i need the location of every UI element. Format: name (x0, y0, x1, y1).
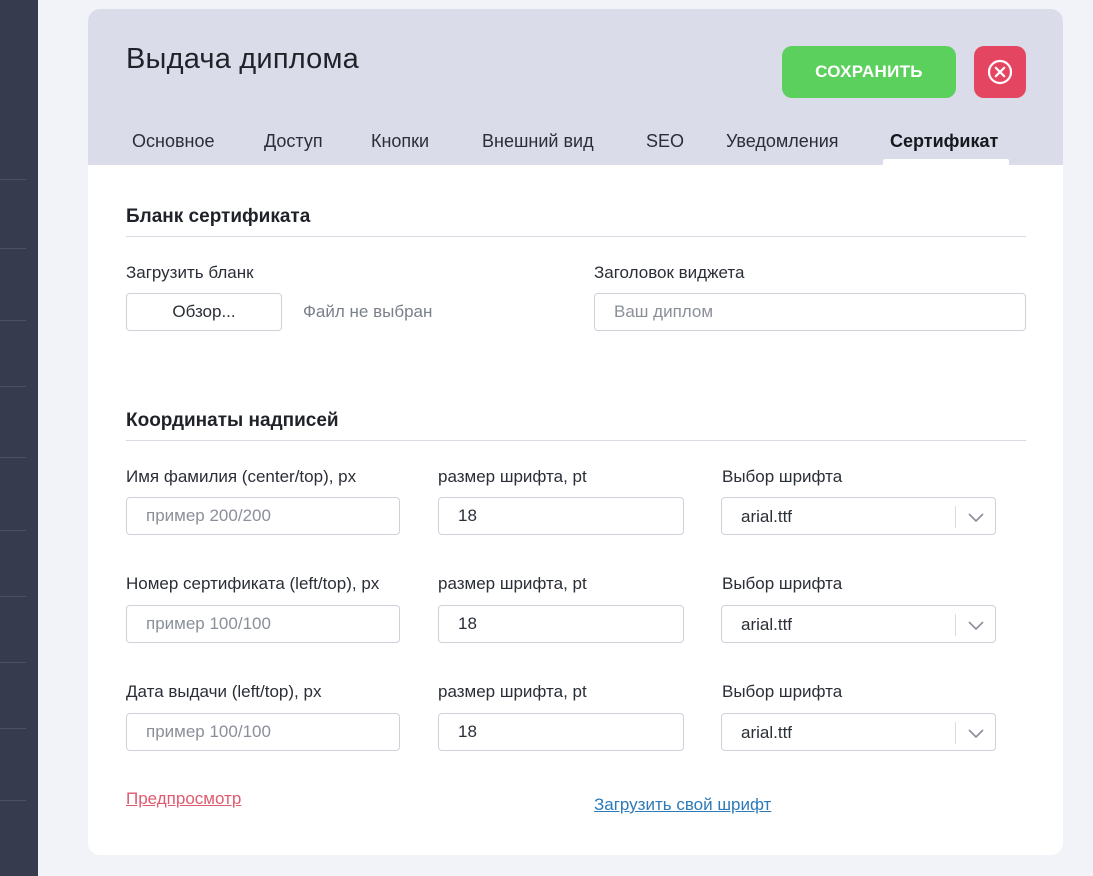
tab-main[interactable]: Основное (132, 127, 214, 165)
left-sidebar-rail (0, 0, 38, 876)
name-font-label: Выбор шрифта (722, 467, 843, 486)
widget-title-input[interactable] (594, 293, 1026, 331)
tab-access[interactable]: Доступ (264, 127, 323, 165)
active-tab-indicator (883, 159, 1009, 165)
file-status-text: Файл не выбран (303, 302, 433, 321)
close-circle-icon (987, 59, 1013, 85)
section-divider (126, 236, 1026, 237)
number-size-input[interactable] (438, 605, 684, 643)
select-value: arial.ttf (741, 615, 793, 634)
date-size-input[interactable] (438, 713, 684, 751)
select-separator (955, 506, 956, 528)
tab-seo[interactable]: SEO (646, 127, 684, 165)
card-header: Выдача диплома СОХРАНИТЬ Основное Доступ… (88, 9, 1063, 165)
browse-file-button[interactable]: Обзор... (126, 293, 282, 331)
date-size-label: размер шрифта, pt (438, 682, 587, 701)
date-font-select[interactable]: arial.ttf (721, 713, 996, 751)
tab-appearance[interactable]: Внешний вид (482, 127, 594, 165)
name-coords-input[interactable] (126, 497, 400, 535)
chevron-down-icon (968, 621, 984, 631)
sidebar-divider (0, 248, 26, 249)
date-coords-label: Дата выдачи (left/top), px (126, 682, 322, 701)
widget-title-label: Заголовок виджета (594, 263, 745, 282)
select-value: arial.ttf (741, 723, 793, 742)
select-separator (955, 722, 956, 744)
sidebar-divider (0, 662, 26, 663)
number-coords-input[interactable] (126, 605, 400, 643)
sidebar-divider (0, 728, 26, 729)
upload-font-link[interactable]: Загрузить свой шрифт (594, 795, 771, 815)
settings-card: Выдача диплома СОХРАНИТЬ Основное Доступ… (88, 9, 1063, 855)
sidebar-divider (0, 530, 26, 531)
date-font-label: Выбор шрифта (722, 682, 843, 701)
number-font-select[interactable]: arial.ttf (721, 605, 996, 643)
number-size-label: размер шрифта, pt (438, 574, 587, 593)
date-coords-input[interactable] (126, 713, 400, 751)
name-coords-label: Имя фамилия (center/top), px (126, 467, 357, 486)
tab-notifications[interactable]: Уведомления (726, 127, 839, 165)
sidebar-divider (0, 320, 26, 321)
name-size-label: размер шрифта, pt (438, 467, 587, 486)
section-divider (126, 440, 1026, 441)
number-font-label: Выбор шрифта (722, 574, 843, 593)
section-title-coords: Координаты надписей (126, 410, 339, 431)
page-title: Выдача диплома (126, 43, 359, 75)
name-font-select[interactable]: arial.ttf (721, 497, 996, 535)
close-button[interactable] (974, 46, 1026, 98)
section-title-blank: Бланк сертификата (126, 206, 311, 227)
preview-link[interactable]: Предпросмотр (126, 789, 241, 809)
sidebar-divider (0, 179, 26, 180)
sidebar-divider (0, 457, 26, 458)
sidebar-divider (0, 800, 26, 801)
number-coords-label: Номер сертификата (left/top), px (126, 574, 380, 593)
upload-blank-label: Загрузить бланк (126, 263, 254, 282)
tab-buttons[interactable]: Кнопки (371, 127, 429, 165)
select-separator (955, 614, 956, 636)
sidebar-divider (0, 596, 26, 597)
chevron-down-icon (968, 513, 984, 523)
select-value: arial.ttf (741, 507, 793, 526)
sidebar-divider (0, 386, 26, 387)
chevron-down-icon (968, 729, 984, 739)
name-size-input[interactable] (438, 497, 684, 535)
save-button[interactable]: СОХРАНИТЬ (782, 46, 956, 98)
